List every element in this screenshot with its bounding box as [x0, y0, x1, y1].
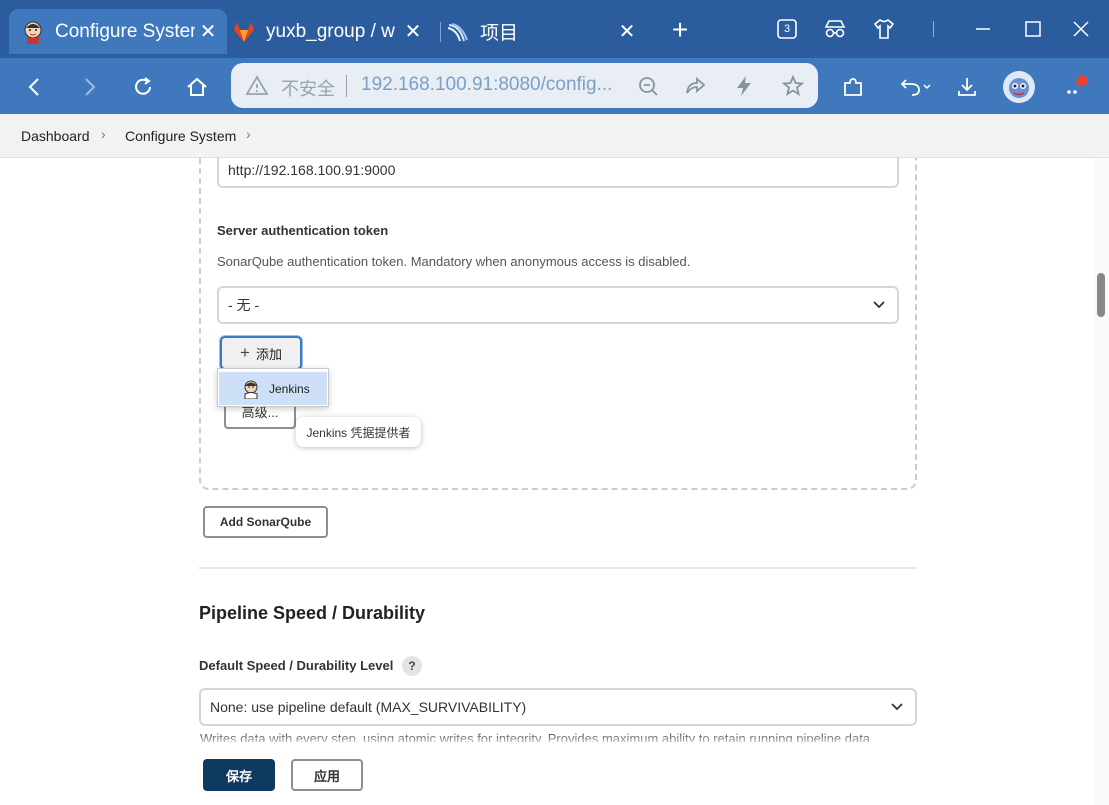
tab-count-button[interactable]: 3	[772, 14, 802, 44]
more-icon	[1067, 75, 1088, 94]
chevron-down-icon	[873, 301, 885, 309]
save-button[interactable]: 保存	[203, 759, 275, 791]
token-select[interactable]: - 无 -	[217, 286, 899, 324]
token-select-value: - 无 -	[228, 297, 260, 313]
close-tab-icon[interactable]: ✕	[195, 19, 221, 44]
back-arrow-icon	[28, 78, 39, 96]
reload-button[interactable]	[126, 70, 160, 104]
incognito-icon	[824, 20, 846, 38]
help-glyph: ?	[408, 659, 416, 673]
tab-title: Configure System	[55, 20, 195, 42]
minimize-button[interactable]	[968, 14, 998, 44]
tab-configure-system[interactable]: Configure System ✕	[9, 9, 227, 54]
footer-fade	[180, 744, 920, 752]
add-credential-menu: Jenkins	[217, 368, 329, 407]
extensions-button[interactable]	[836, 70, 870, 104]
scrollbar-thumb[interactable]	[1097, 273, 1105, 317]
close-tab-icon[interactable]: ✕	[400, 19, 426, 44]
jenkins-icon	[244, 380, 258, 399]
warning-icon	[245, 75, 269, 95]
undo-button[interactable]	[893, 70, 937, 104]
tab-project[interactable]: 项目 ✕	[446, 9, 646, 54]
server-url-value: http://192.168.100.91:9000	[228, 162, 396, 178]
breadcrumb-dashboard[interactable]: Dashboard	[21, 128, 90, 144]
more-button[interactable]	[1058, 70, 1092, 104]
new-tab-button[interactable]: +	[666, 16, 694, 44]
tab-strip: Configure System ✕ yuxb_group / w ✕ 项目 ✕…	[0, 0, 1109, 58]
gitlab-icon	[234, 21, 254, 42]
server-url-field[interactable]: http://192.168.100.91:9000	[217, 158, 899, 188]
tooltip-text: Jenkins 凭据提供者	[306, 425, 411, 440]
download-button[interactable]	[950, 70, 984, 104]
avatar[interactable]	[1002, 70, 1036, 104]
durability-level-value: None: use pipeline default (MAX_SURVIVAB…	[210, 699, 527, 715]
zoom-out-icon[interactable]	[636, 74, 660, 98]
maximize-button[interactable]	[1018, 14, 1048, 44]
section-divider	[199, 567, 917, 569]
token-label: Server authentication token	[217, 223, 389, 238]
apply-button[interactable]: 应用	[291, 759, 363, 791]
back-button[interactable]	[18, 70, 52, 104]
chevron-down-icon	[891, 703, 903, 711]
scrollbar[interactable]	[1095, 158, 1109, 805]
close-icon	[1073, 21, 1089, 37]
incognito-button[interactable]	[820, 14, 850, 44]
add-credential-button[interactable]: + 添加	[220, 336, 302, 370]
add-button-label: 添加	[255, 346, 282, 362]
durability-level-select[interactable]: None: use pipeline default (MAX_SURVIVAB…	[199, 688, 917, 726]
url-text[interactable]: 192.168.100.91:8080/config...	[361, 74, 612, 96]
plus-icon: +	[240, 343, 250, 362]
save-label: 保存	[225, 768, 252, 784]
durability-level-label: Default Speed / Durability Level	[199, 658, 394, 673]
forward-button[interactable]	[72, 70, 106, 104]
maximize-icon	[1025, 21, 1041, 37]
token-description: SonarQube authentication token. Mandator…	[217, 254, 691, 269]
divider	[933, 21, 934, 37]
forward-arrow-icon	[85, 78, 96, 96]
tab-title: 项目	[480, 23, 519, 44]
help-icon[interactable]: ?	[402, 656, 422, 676]
add-sonarqube-label: Add SonarQube	[219, 515, 312, 529]
avatar-icon	[1003, 71, 1035, 103]
share-icon[interactable]	[683, 74, 707, 98]
browser-window: Configure System ✕ yuxb_group / w ✕ 项目 ✕…	[0, 0, 1109, 805]
divider	[346, 75, 347, 97]
tab-title: yuxb_group / w	[266, 20, 395, 42]
close-window-button[interactable]	[1066, 14, 1096, 44]
home-icon	[187, 77, 207, 96]
skin-button[interactable]	[869, 14, 899, 44]
address-bar[interactable]: 不安全 192.168.100.91:8080/config...	[231, 63, 818, 108]
close-tab-icon[interactable]: ✕	[614, 19, 640, 44]
star-icon[interactable]	[781, 74, 805, 98]
tooltip: Jenkins 凭据提供者	[296, 417, 421, 447]
project-icon	[447, 22, 468, 41]
pipeline-heading: Pipeline Speed / Durability	[199, 603, 426, 623]
main-content: http://192.168.100.91:9000 Server authen…	[0, 158, 1095, 805]
chevron-right-icon: ›	[101, 126, 106, 142]
toolbar: 不安全 192.168.100.91:8080/config...	[0, 58, 1109, 114]
insecure-label: 不安全	[281, 79, 335, 99]
reload-icon	[135, 77, 151, 95]
lightning-icon[interactable]	[732, 74, 756, 98]
apply-label: 应用	[313, 768, 340, 784]
undo-icon	[900, 79, 931, 96]
add-sonarqube-button[interactable]: Add SonarQube	[203, 506, 328, 538]
minimize-icon	[976, 28, 990, 30]
shirt-icon	[873, 18, 895, 39]
breadcrumb: Dashboard › Configure System ›	[0, 114, 1109, 158]
menu-item-jenkins[interactable]: Jenkins	[219, 372, 327, 405]
menu-item-label: Jenkins	[269, 381, 310, 396]
puzzle-icon	[844, 78, 862, 96]
tab-count-badge: 3	[783, 23, 791, 35]
home-button[interactable]	[180, 70, 214, 104]
jenkins-icon	[24, 21, 42, 44]
tab-separator	[440, 22, 441, 42]
download-icon	[958, 78, 976, 96]
chevron-right-icon[interactable]: ›	[246, 126, 251, 142]
tab-gitlab[interactable]: yuxb_group / w ✕	[232, 9, 432, 54]
breadcrumb-configure-system[interactable]: Configure System	[125, 128, 236, 144]
